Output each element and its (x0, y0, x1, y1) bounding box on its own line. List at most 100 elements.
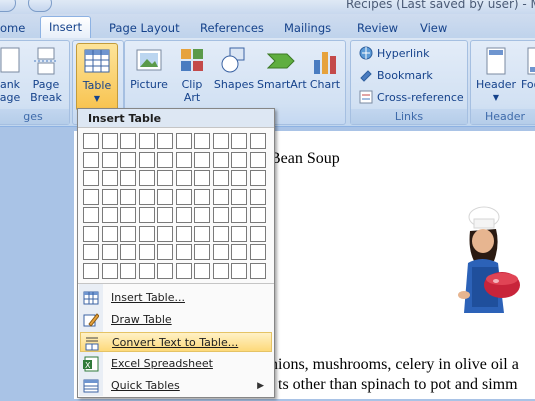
table-grid-cell[interactable] (231, 244, 247, 260)
table-grid-cell[interactable] (176, 244, 192, 260)
table-grid-cell[interactable] (194, 226, 210, 242)
table-grid-cell[interactable] (213, 152, 229, 168)
table-grid-cell[interactable] (139, 226, 155, 242)
hyperlink-button[interactable]: Hyperlink (359, 45, 430, 63)
table-grid-cell[interactable] (250, 263, 266, 279)
table-size-grid[interactable] (83, 133, 271, 281)
table-grid-cell[interactable] (83, 263, 99, 279)
table-grid-cell[interactable] (194, 189, 210, 205)
table-grid-cell[interactable] (213, 263, 229, 279)
tab-insert[interactable]: Insert (40, 16, 91, 39)
page-break-button[interactable]: Page Break (27, 43, 65, 104)
table-grid-cell[interactable] (231, 152, 247, 168)
table-grid-cell[interactable] (176, 189, 192, 205)
table-grid-cell[interactable] (102, 170, 118, 186)
table-grid-cell[interactable] (231, 170, 247, 186)
table-grid-cell[interactable] (194, 170, 210, 186)
table-grid-cell[interactable] (157, 226, 173, 242)
table-grid-cell[interactable] (194, 207, 210, 223)
clip-art-button[interactable]: Clip Art (175, 43, 209, 104)
table-grid-cell[interactable] (102, 244, 118, 260)
blank-page-button[interactable]: ank age (0, 43, 23, 104)
table-grid-cell[interactable] (231, 207, 247, 223)
table-grid-cell[interactable] (83, 133, 99, 149)
quick-tables-menu-item[interactable]: Quick Tables ▶ (80, 376, 272, 396)
table-grid-cell[interactable] (139, 170, 155, 186)
table-grid-cell[interactable] (139, 152, 155, 168)
table-grid-cell[interactable] (157, 170, 173, 186)
tab-page-layout[interactable]: Page Layout (109, 18, 180, 38)
table-grid-cell[interactable] (194, 263, 210, 279)
table-grid-cell[interactable] (83, 244, 99, 260)
cross-reference-button[interactable]: Cross-reference (359, 89, 464, 107)
table-grid-cell[interactable] (176, 263, 192, 279)
smartart-button[interactable]: SmartArt (257, 43, 307, 91)
table-grid-cell[interactable] (213, 189, 229, 205)
tab-review[interactable]: Review (357, 18, 398, 38)
chef-girl-image[interactable] (452, 205, 535, 323)
table-grid-cell[interactable] (231, 189, 247, 205)
table-grid-cell[interactable] (176, 152, 192, 168)
table-grid-cell[interactable] (139, 207, 155, 223)
table-grid-cell[interactable] (102, 189, 118, 205)
undo-quick-access-icon[interactable] (0, 0, 16, 12)
table-grid-cell[interactable] (83, 152, 99, 168)
table-grid-cell[interactable] (157, 207, 173, 223)
table-grid-cell[interactable] (139, 244, 155, 260)
tab-home[interactable]: ome (0, 18, 25, 38)
insert-table-menu-item[interactable]: Insert Table... (80, 288, 272, 308)
table-grid-cell[interactable] (139, 189, 155, 205)
table-grid-cell[interactable] (194, 152, 210, 168)
table-grid-cell[interactable] (120, 189, 136, 205)
table-grid-cell[interactable] (176, 207, 192, 223)
table-grid-cell[interactable] (157, 263, 173, 279)
table-grid-cell[interactable] (120, 226, 136, 242)
table-grid-cell[interactable] (83, 207, 99, 223)
table-grid-cell[interactable] (157, 189, 173, 205)
chart-button[interactable]: Chart (307, 43, 343, 91)
table-grid-cell[interactable] (194, 133, 210, 149)
convert-text-to-table-menu-item[interactable]: Convert Text to Table... (80, 332, 272, 352)
table-grid-cell[interactable] (120, 152, 136, 168)
tab-view[interactable]: View (420, 18, 447, 38)
table-grid-cell[interactable] (213, 244, 229, 260)
table-grid-cell[interactable] (250, 244, 266, 260)
table-grid-cell[interactable] (176, 226, 192, 242)
table-grid-cell[interactable] (213, 133, 229, 149)
table-grid-cell[interactable] (83, 226, 99, 242)
header-button[interactable]: Header ▼ (475, 43, 517, 104)
table-grid-cell[interactable] (120, 263, 136, 279)
table-grid-cell[interactable] (157, 133, 173, 149)
table-grid-cell[interactable] (120, 244, 136, 260)
picture-button[interactable]: Picture (129, 43, 169, 91)
table-grid-cell[interactable] (213, 170, 229, 186)
redo-quick-access-icon[interactable] (28, 0, 52, 12)
table-grid-cell[interactable] (176, 170, 192, 186)
table-grid-cell[interactable] (231, 226, 247, 242)
table-grid-cell[interactable] (120, 207, 136, 223)
table-grid-cell[interactable] (250, 189, 266, 205)
table-grid-cell[interactable] (213, 226, 229, 242)
draw-table-menu-item[interactable]: Draw Table (80, 310, 272, 330)
table-button[interactable]: Table ▼ (76, 43, 118, 111)
bookmark-button[interactable]: Bookmark (359, 67, 433, 85)
table-grid-cell[interactable] (176, 133, 192, 149)
table-grid-cell[interactable] (213, 207, 229, 223)
tab-mailings[interactable]: Mailings (284, 18, 331, 38)
table-grid-cell[interactable] (157, 152, 173, 168)
table-grid-cell[interactable] (139, 133, 155, 149)
table-grid-cell[interactable] (102, 207, 118, 223)
table-grid-cell[interactable] (250, 133, 266, 149)
table-grid-cell[interactable] (83, 170, 99, 186)
table-grid-cell[interactable] (157, 244, 173, 260)
table-grid-cell[interactable] (250, 207, 266, 223)
table-grid-cell[interactable] (102, 133, 118, 149)
shapes-button[interactable]: Shapes (213, 43, 255, 91)
table-grid-cell[interactable] (120, 133, 136, 149)
table-grid-cell[interactable] (250, 152, 266, 168)
excel-spreadsheet-menu-item[interactable]: X Excel Spreadsheet (80, 354, 272, 374)
table-grid-cell[interactable] (120, 170, 136, 186)
table-grid-cell[interactable] (139, 263, 155, 279)
table-grid-cell[interactable] (102, 152, 118, 168)
table-grid-cell[interactable] (102, 263, 118, 279)
